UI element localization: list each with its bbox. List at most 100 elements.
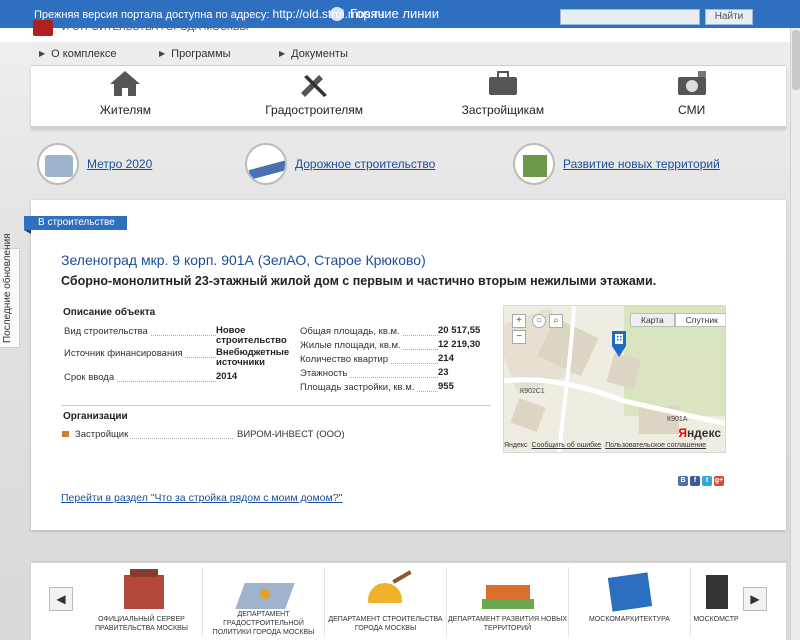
- magnifier-icon[interactable]: ⌕: [549, 314, 563, 328]
- category-urban-planners[interactable]: Градостроителям: [224, 69, 404, 117]
- menu-item-label: О комплексе: [51, 47, 117, 60]
- camera-icon: [677, 71, 706, 95]
- partner-item[interactable]: Департамент развития новых территорий: [447, 567, 569, 637]
- organization-value: ВИРОМ-ИНВЕСТ (ООО): [237, 429, 345, 440]
- partner-label: Москомстр: [693, 616, 739, 623]
- object-card: В строительстве Зеленоград мкр. 9 корп. …: [24, 200, 786, 530]
- project-label: Метро 2020: [87, 157, 153, 171]
- house-icon: [110, 71, 141, 96]
- menu-item-about[interactable]: ▶ О комплексе: [31, 42, 151, 65]
- partner-label: Департамент развития новых территорий: [447, 616, 567, 632]
- arrow-right-icon: ▶: [279, 49, 286, 58]
- partner-label: Москомархитектура: [589, 616, 670, 623]
- status-badge: В строительстве: [24, 216, 127, 234]
- divider: [61, 405, 491, 406]
- object-subtitle: Сборно-монолитный 23-этажный жилой дом с…: [61, 274, 657, 288]
- map-type-scheme[interactable]: Карта: [630, 313, 675, 327]
- city-blocks-icon: [234, 569, 295, 609]
- property-value: 955: [438, 381, 454, 392]
- property-row: Источник финансирования Внебюджетные ист…: [64, 348, 289, 368]
- category-media[interactable]: СМИ: [602, 69, 782, 117]
- partners-list: Официальный сервер Правительства Москвы …: [81, 567, 741, 637]
- facebook-icon[interactable]: f: [690, 476, 700, 486]
- road-icon: [245, 143, 287, 185]
- category-residents[interactable]: Жителям: [35, 69, 215, 117]
- property-label: Вид строительства: [64, 326, 216, 337]
- map-brand: Яндекс: [504, 442, 528, 449]
- arrow-right-icon: ▶: [159, 49, 166, 58]
- nearby-construction-link[interactable]: Перейти в раздел "Что за стройка рядом с…: [61, 492, 342, 504]
- moscow-logo[interactable]: [33, 20, 53, 36]
- map-label: К901А: [667, 416, 688, 423]
- hotline[interactable]: Горячие линии: [330, 6, 439, 21]
- search-input[interactable]: [560, 9, 700, 25]
- partner-item[interactable]: Департамент градостроительной политики г…: [203, 567, 325, 637]
- twitter-icon[interactable]: t: [702, 476, 712, 486]
- property-label: Жилые площади, кв.м.: [300, 340, 438, 351]
- property-value: 214: [438, 353, 454, 364]
- property-label: Общая площадь, кв.м.: [300, 326, 438, 337]
- houses-icon: [478, 569, 538, 613]
- project-roads[interactable]: Дорожное строительство: [245, 143, 435, 185]
- project-new-territories[interactable]: Развитие новых территорий: [513, 143, 720, 185]
- carousel-prev-button[interactable]: ◀: [49, 587, 73, 611]
- property-row: Срок ввода 2014: [64, 371, 288, 383]
- scrollbar-thumb[interactable]: [792, 30, 800, 90]
- user-agreement-link[interactable]: Пользовательское соглашение: [605, 442, 706, 452]
- property-label: Срок ввода: [64, 372, 216, 383]
- partner-item[interactable]: Официальный сервер Правительства Москвы: [81, 567, 203, 637]
- partner-item[interactable]: Москомстр: [691, 567, 741, 637]
- partner-logo-icon: [696, 569, 736, 613]
- latest-updates-tab[interactable]: Последние обновления: [0, 233, 20, 348]
- menu-item-programs[interactable]: ▶ Программы: [151, 42, 271, 65]
- property-row: Количество квартир 214: [300, 353, 454, 365]
- building-icon: [513, 143, 555, 185]
- carousel-next-button[interactable]: ▶: [743, 587, 767, 611]
- vk-icon[interactable]: В: [678, 476, 688, 486]
- organization-row: Застройщик ВИРОМ-ИНВЕСТ (ООО): [62, 429, 345, 440]
- arrow-right-icon: ▶: [39, 49, 46, 58]
- property-label: Этажность: [300, 368, 438, 379]
- menu-item-documents[interactable]: ▶ Документы: [271, 42, 391, 65]
- zoom-in-button[interactable]: +: [512, 314, 526, 328]
- page-scrollbar[interactable]: [790, 0, 800, 640]
- locate-button[interactable]: ○: [532, 314, 546, 328]
- partner-item[interactable]: Москомархитектура: [569, 567, 691, 637]
- property-label: Количество квартир: [300, 354, 438, 365]
- tools-icon: [301, 75, 328, 97]
- audience-categories: Жителям Градостроителям Застройщикам СМИ: [31, 66, 786, 128]
- map-footer: Яндекс Сообщить об ошибке Пользовательск…: [504, 440, 725, 452]
- description-heading: Описание объекта: [63, 307, 156, 318]
- search-button[interactable]: Найти: [705, 9, 753, 25]
- map-label: К902С1: [520, 388, 545, 395]
- yandex-logo: Яндекс: [678, 426, 721, 440]
- category-label: Жителям: [99, 103, 151, 117]
- map-type-satellite[interactable]: Спутник: [674, 313, 725, 327]
- map-type-toggle: Карта Спутник: [630, 313, 725, 327]
- menu-item-label: Программы: [171, 47, 231, 60]
- property-row: Жилые площади, кв.м. 12 219,30: [300, 339, 481, 351]
- property-label: Площадь застройки, кв.м.: [300, 382, 438, 393]
- googleplus-icon[interactable]: g+: [714, 476, 724, 486]
- category-developers[interactable]: Застройщикам: [413, 69, 593, 117]
- partner-item[interactable]: Департамент строительства города Москвы: [325, 567, 447, 637]
- notice-text: Прежняя версия портала доступна по адрес…: [34, 9, 270, 21]
- property-row: Этажность 23: [300, 368, 449, 379]
- blueprint-icon: [600, 569, 660, 613]
- property-value: 12 219,30: [438, 339, 481, 350]
- zoom-out-button[interactable]: −: [512, 330, 526, 344]
- hotline-label: Горячие линии: [350, 6, 439, 21]
- briefcase-icon: [488, 71, 517, 95]
- hard-hat-icon: [356, 569, 416, 613]
- project-metro[interactable]: Метро 2020: [37, 143, 152, 185]
- partners-carousel: ◀ Официальный сервер Правительства Москв…: [31, 562, 786, 640]
- partner-label: Департамент градостроительной политики г…: [212, 611, 315, 636]
- category-label: СМИ: [678, 103, 706, 117]
- project-label: Дорожное строительство: [295, 157, 436, 171]
- partner-label: Департамент строительства города Москвы: [328, 616, 443, 632]
- location-map[interactable]: + − ○ ⌕ Карта Спутник К902С1 К901А Яндек…: [503, 305, 726, 453]
- property-value: 2014: [216, 371, 238, 382]
- report-error-link[interactable]: Сообщить об ошибке: [532, 442, 602, 452]
- phone-icon: [330, 6, 344, 21]
- map-pin-icon[interactable]: [608, 328, 630, 358]
